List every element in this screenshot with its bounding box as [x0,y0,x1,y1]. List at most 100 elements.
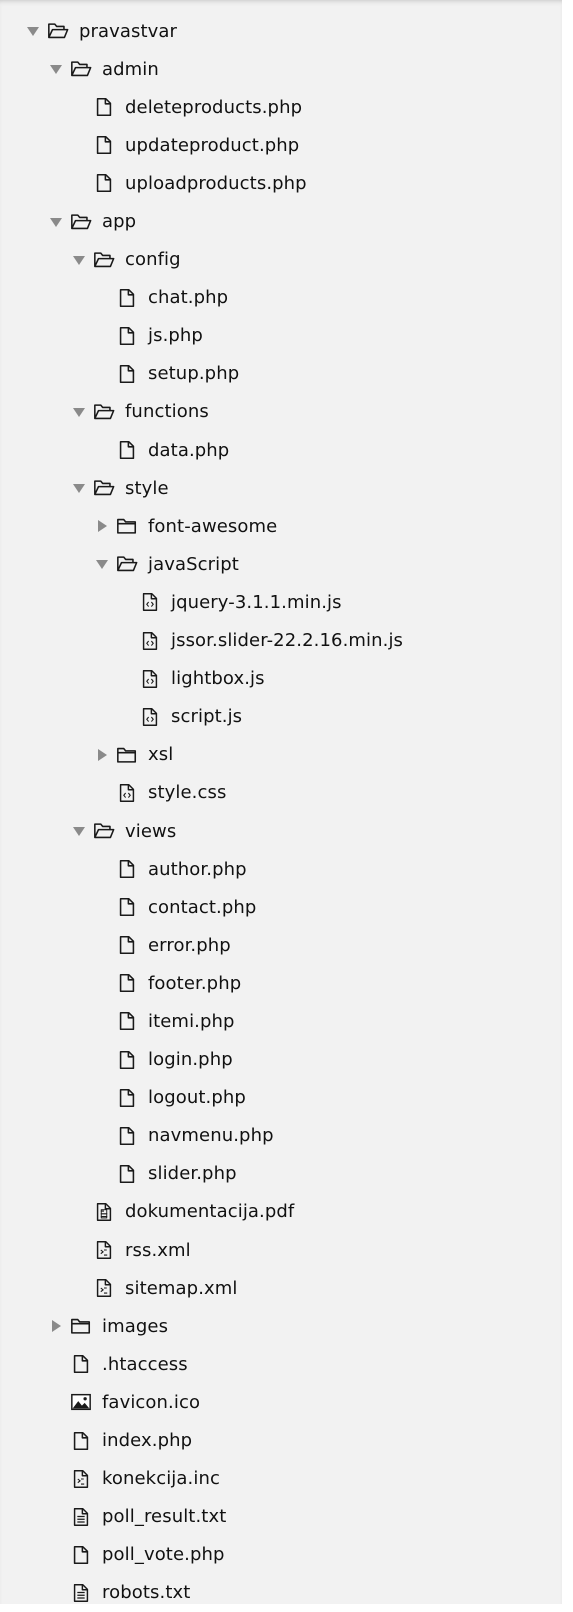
tree-file-row[interactable]: script.js [0,698,562,736]
tree-item-label: style [125,477,169,499]
file-icon [115,972,139,994]
tree-file-row[interactable]: footer.php [0,964,562,1002]
tree-file-row[interactable]: logout.php [0,1079,562,1117]
tree-folder-row[interactable]: pravastvar [0,12,562,50]
tree-file-row[interactable]: deleteproducts.php [0,88,562,126]
expand-arrow-icon[interactable] [45,1315,67,1337]
tree-item-label: views [125,820,177,842]
toggle-spacer [45,1391,67,1413]
tree-file-row[interactable]: contact.php [0,888,562,926]
tree-file-row[interactable]: lightbox.js [0,660,562,698]
tree-item-label: poll_vote.php [102,1544,225,1566]
tree-folder-row[interactable]: xsl [0,736,562,774]
file-icon [115,287,139,309]
tree-folder-row[interactable]: admin [0,50,562,88]
tree-file-row[interactable]: navmenu.php [0,1117,562,1155]
collapse-arrow-icon[interactable] [68,477,90,499]
file-icon [115,325,139,347]
toggle-spacer [68,1277,90,1299]
folder-open-icon [69,58,93,80]
toggle-spacer [91,1163,113,1185]
tree-file-row[interactable]: data.php [0,431,562,469]
tree-file-row[interactable]: updateproduct.php [0,126,562,164]
tree-file-row[interactable]: setup.php [0,355,562,393]
tree-item-label: konekcija.inc [102,1468,220,1490]
tree-file-row[interactable]: index.php [0,1421,562,1459]
tree-item-label: index.php [102,1430,193,1452]
tree-folder-row[interactable]: font-awesome [0,507,562,545]
tree-file-row[interactable]: jssor.slider-22.2.16.min.js [0,622,562,660]
tree-item-label: logout.php [148,1087,246,1109]
tree-item-label: sitemap.xml [125,1277,238,1299]
folder-open-icon [92,477,116,499]
tree-file-row[interactable]: slider.php [0,1155,562,1193]
collapse-arrow-icon[interactable] [68,249,90,271]
tree-item-label: chat.php [148,287,229,309]
collapse-arrow-icon[interactable] [68,401,90,423]
tree-item-label: setup.php [148,363,240,385]
toggle-spacer [45,1582,67,1604]
tree-file-row[interactable]: konekcija.inc [0,1460,562,1498]
tree-item-label: script.js [171,706,243,728]
toggle-spacer [91,934,113,956]
tree-file-row[interactable]: itemi.php [0,1002,562,1040]
folder-open-icon [92,820,116,842]
file-icon [69,1430,93,1452]
tree-folder-row[interactable]: views [0,812,562,850]
tree-item-label: updateproduct.php [125,134,300,156]
tree-file-row[interactable]: favicon.ico [0,1383,562,1421]
tree-folder-row[interactable]: images [0,1307,562,1345]
file-icon [115,1087,139,1109]
tree-folder-row[interactable]: style [0,469,562,507]
collapse-arrow-icon[interactable] [68,820,90,842]
tree-file-row[interactable]: poll_result.txt [0,1498,562,1536]
text-file-icon [69,1582,93,1604]
text-file-icon [69,1506,93,1528]
toggle-spacer [91,1010,113,1032]
tree-file-row[interactable]: uploadproducts.php [0,164,562,202]
file-tree: pravastvar admin deleteproducts.php updatep… [0,12,562,1612]
tree-item-label: footer.php [148,972,242,994]
xml-file-icon [92,1239,116,1261]
file-icon [115,1125,139,1147]
folder-open-icon [92,401,116,423]
expand-arrow-icon[interactable] [91,744,113,766]
toggle-spacer [91,1125,113,1147]
tree-folder-row[interactable]: app [0,202,562,240]
tree-item-label: contact.php [148,896,257,918]
tree-file-row[interactable]: jquery-3.1.1.min.js [0,583,562,621]
collapse-arrow-icon[interactable] [91,553,113,575]
file-icon [92,172,116,194]
tree-item-label: rss.xml [125,1239,191,1261]
tree-file-row[interactable]: login.php [0,1041,562,1079]
collapse-arrow-icon[interactable] [45,211,67,233]
tree-file-row[interactable]: js.php [0,317,562,355]
collapse-arrow-icon[interactable] [22,20,44,42]
folder-closed-icon [115,515,139,537]
tree-item-label: config [125,249,181,271]
tree-file-row[interactable]: dokumentacija.pdf [0,1193,562,1231]
tree-folder-row[interactable]: javaScript [0,545,562,583]
toggle-spacer [45,1353,67,1375]
toggle-spacer [68,96,90,118]
tree-file-row[interactable]: error.php [0,926,562,964]
toggle-spacer [45,1468,67,1490]
tree-file-row[interactable]: poll_vote.php [0,1536,562,1574]
tree-item-label: jquery-3.1.1.min.js [171,591,342,613]
tree-file-row[interactable]: author.php [0,850,562,888]
tree-file-row[interactable]: sitemap.xml [0,1269,562,1307]
collapse-arrow-icon[interactable] [45,58,67,80]
expand-arrow-icon[interactable] [91,515,113,537]
tree-file-row[interactable]: chat.php [0,279,562,317]
tree-folder-row[interactable]: config [0,241,562,279]
file-icon [115,858,139,880]
tree-item-label: author.php [148,858,247,880]
tree-file-row[interactable]: style.css [0,774,562,812]
folder-closed-icon [69,1315,93,1337]
tree-file-row[interactable]: robots.txt [0,1574,562,1612]
tree-file-row[interactable]: rss.xml [0,1231,562,1269]
tree-folder-row[interactable]: functions [0,393,562,431]
toggle-spacer [68,134,90,156]
toggle-spacer [45,1544,67,1566]
tree-file-row[interactable]: .htaccess [0,1345,562,1383]
